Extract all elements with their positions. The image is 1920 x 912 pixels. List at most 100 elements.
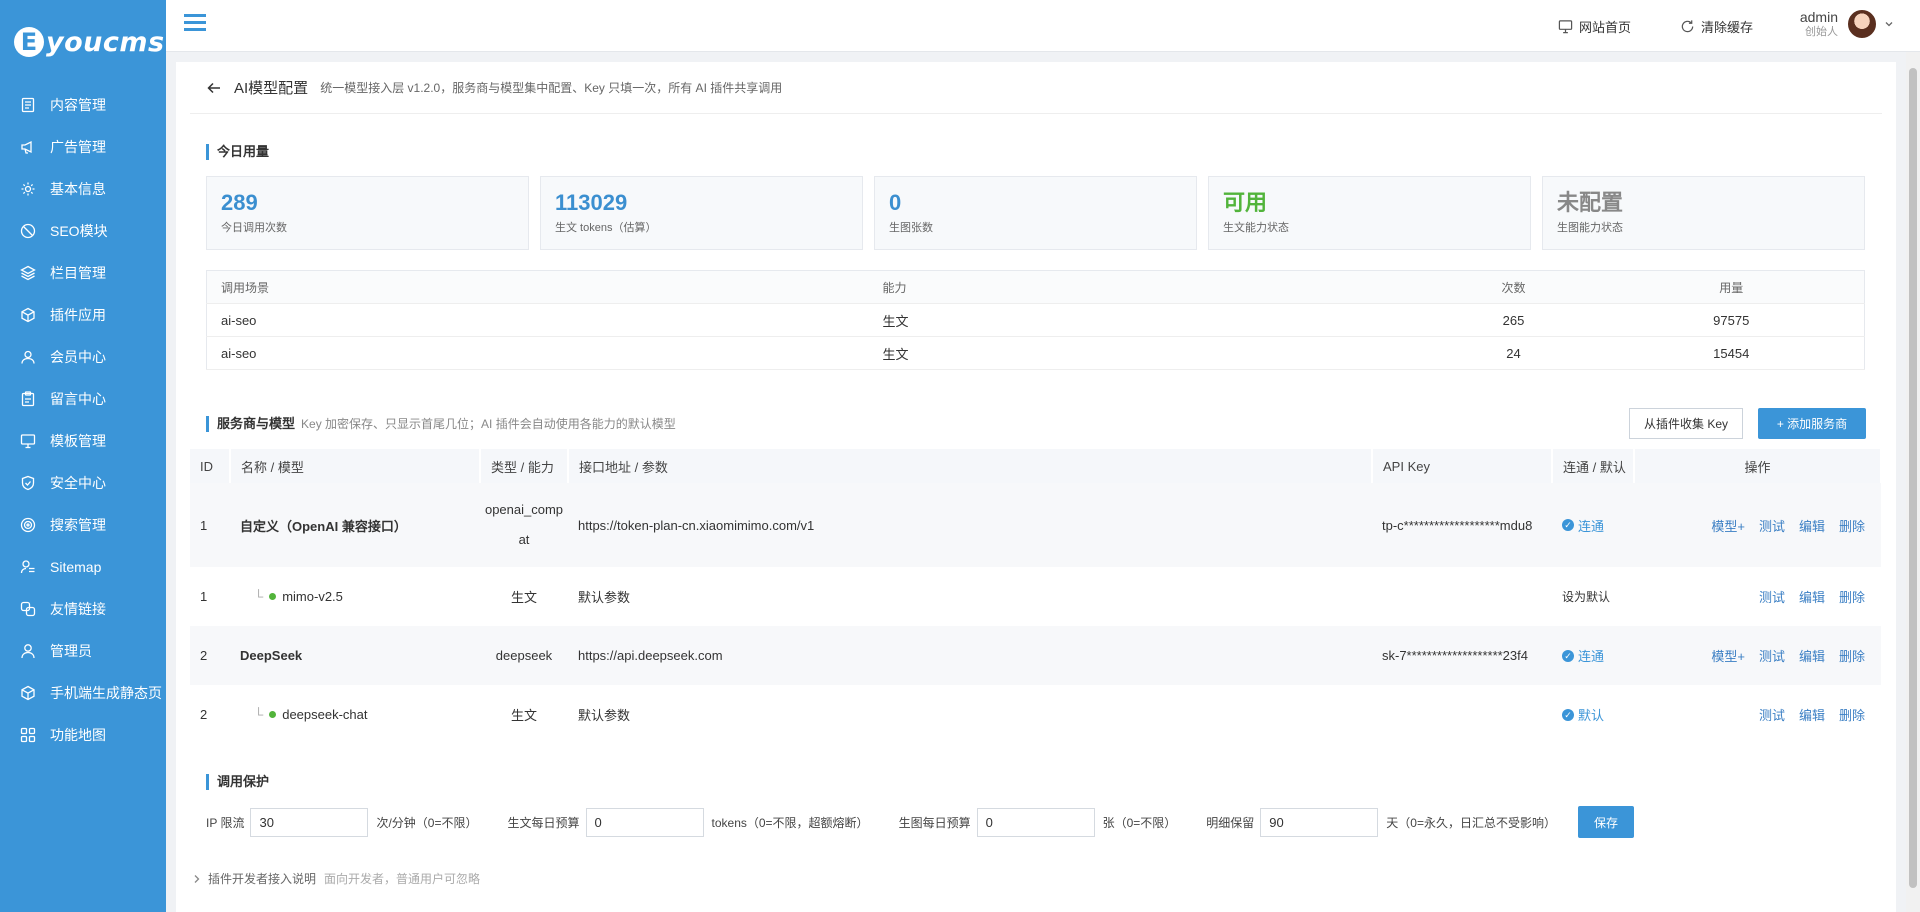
shield-icon	[21, 475, 35, 491]
sidebar-item-sitemap[interactable]: Sitemap	[0, 546, 166, 588]
save-button[interactable]: 保存	[1577, 806, 1634, 838]
cell-type: openai_comp at	[480, 483, 568, 567]
user-menu[interactable]: admin 创始人	[1800, 8, 1894, 40]
test-link[interactable]: 测试	[1759, 590, 1785, 605]
site-home-link[interactable]: 网站首页	[1558, 17, 1631, 36]
cell-scene: ai-seo	[206, 336, 869, 370]
detail-retention-input[interactable]	[1260, 807, 1379, 837]
sidebar-item-seo[interactable]: SEO模块	[0, 210, 166, 252]
add-model-link[interactable]: 模型+	[1711, 649, 1745, 664]
detail-retention-label: 明细保留	[1206, 815, 1255, 830]
ip-limit-label: IP 限流	[206, 815, 245, 830]
edit-link[interactable]: 编辑	[1799, 649, 1825, 664]
delete-link[interactable]: 删除	[1839, 649, 1865, 664]
sidebar-item-plugins[interactable]: 插件应用	[0, 294, 166, 336]
column-header: ID	[190, 449, 231, 483]
test-link[interactable]: 测试	[1759, 649, 1785, 664]
model-name: mimo-v2.5	[282, 589, 343, 604]
sidebar-item-feature-map[interactable]: 功能地图	[0, 714, 166, 756]
image-budget-unit: 张（0=不限）	[1102, 815, 1177, 830]
cell-name: └ mimo-v2.5	[230, 567, 480, 626]
sidebar-item-label: 留言中心	[50, 391, 106, 407]
cell-id: 1	[190, 483, 230, 567]
column-header: 接口地址 / 参数	[568, 449, 1373, 483]
sidebar-item-label: 手机端生成静态页	[50, 685, 162, 701]
column-header: API Key	[1372, 449, 1553, 483]
sidebar-item-admins[interactable]: 管理员	[0, 630, 166, 672]
sidebar-item-columns[interactable]: 栏目管理	[0, 252, 166, 294]
stat-label: 今日调用次数	[221, 222, 287, 234]
sidebar-item-search[interactable]: 搜索管理	[0, 504, 166, 546]
model-row: 2 └ deepseek-chat 生文 默认参数 ✓ 默认 测试 编辑 删除	[190, 685, 1881, 744]
edit-link[interactable]: 编辑	[1799, 708, 1825, 723]
set-default-link[interactable]: 设为默认	[1552, 567, 1634, 626]
status-connected: ✓ 连通	[1562, 646, 1604, 665]
column-header: 次数	[1428, 270, 1599, 304]
collect-keys-button[interactable]: 从插件收集 Key	[1629, 408, 1744, 439]
text-budget-input[interactable]	[585, 807, 704, 837]
sidebar-item-mobile-static[interactable]: 手机端生成静态页	[0, 672, 166, 714]
cell-count: 24	[1428, 336, 1599, 370]
delete-link[interactable]: 删除	[1839, 590, 1865, 605]
ip-limit-input[interactable]	[250, 807, 369, 837]
status-dot	[269, 593, 277, 600]
guard-form: IP 限流 次/分钟（0=不限） 生文每日预算 tokens（0=不限，超额熔断…	[206, 806, 1634, 838]
cell-type: deepseek	[480, 626, 568, 685]
stat-card: 0 生图张数	[874, 176, 1197, 250]
sidebar-item-links[interactable]: 友情链接	[0, 588, 166, 630]
add-model-link[interactable]: 模型+	[1711, 519, 1745, 534]
sidebar-item-ads[interactable]: 广告管理	[0, 126, 166, 168]
clear-cache-link[interactable]: 清除缓存	[1680, 17, 1753, 36]
sidebar-item-messages[interactable]: 留言中心	[0, 378, 166, 420]
site-home-label: 网站首页	[1579, 20, 1632, 35]
delete-link[interactable]: 删除	[1839, 519, 1865, 534]
sidebar-item-basic-info[interactable]: 基本信息	[0, 168, 166, 210]
developer-guide-toggle[interactable]: 插件开发者接入说明 面向开发者，普通用户可忽略	[190, 870, 480, 887]
tree-branch-icon: └	[254, 589, 264, 604]
seo-icon	[20, 223, 36, 239]
status-text: 连通	[1578, 518, 1605, 534]
providers-note: Key 加密保存、只显示首尾几位；AI 插件会自动使用各能力的默认模型	[301, 417, 676, 431]
column-header: 能力	[868, 270, 1429, 304]
test-link[interactable]: 测试	[1759, 519, 1785, 534]
type-line: at	[518, 532, 530, 547]
column-header: 连通 / 默认	[1552, 449, 1635, 483]
back-arrow-icon[interactable]	[206, 80, 222, 96]
sidebar-item-templates[interactable]: 模板管理	[0, 420, 166, 462]
sidebar-item-members[interactable]: 会员中心	[0, 336, 166, 378]
cell-ops: 测试 编辑 删除	[1634, 685, 1881, 744]
scrollbar-thumb[interactable]	[1909, 68, 1917, 888]
type-line: openai_comp	[484, 502, 564, 517]
user-text: admin 创始人	[1800, 9, 1838, 39]
check-icon: ✓	[1562, 519, 1574, 531]
sidebar: E youcms 内容管理 广告管理 基本信息 SEO模块 栏目管理 插件应用	[0, 0, 166, 912]
edit-link[interactable]: 编辑	[1799, 590, 1825, 605]
cell-status: ✓ 连通	[1552, 626, 1634, 685]
status-text: 默认	[1578, 708, 1605, 723]
delete-link[interactable]: 删除	[1839, 708, 1865, 723]
column-header: 类型 / 能力	[480, 449, 569, 483]
sidebar-item-security[interactable]: 安全中心	[0, 462, 166, 504]
add-provider-button[interactable]: + 添加服务商	[1758, 408, 1866, 439]
column-header: 调用场景	[206, 270, 869, 304]
test-link[interactable]: 测试	[1759, 708, 1785, 723]
menu-toggle-icon[interactable]	[184, 14, 206, 36]
cell-endpoint: 默认参数	[568, 685, 1372, 744]
image-budget-input[interactable]	[976, 807, 1095, 837]
sidebar-item-content[interactable]: 内容管理	[0, 84, 166, 126]
sidebar-item-label: 功能地图	[50, 727, 106, 743]
model-row: 1 └ mimo-v2.5 生文 默认参数 设为默认 测试 编辑 删除	[190, 567, 1881, 626]
refresh-icon	[1681, 20, 1694, 33]
page-subtitle: 统一模型接入层 v1.2.0，服务商与模型集中配置、Key 只填一次，所有 AI…	[320, 81, 783, 95]
stat-label: 生图张数	[889, 222, 933, 234]
cell-status: ✓ 默认	[1552, 685, 1634, 744]
providers-title-text: 服务商与模型	[217, 416, 296, 431]
page-scrollbar[interactable]	[1906, 52, 1920, 912]
tree-branch-icon: └	[254, 707, 264, 722]
sitemap-icon	[20, 560, 35, 574]
cell-scene: ai-seo	[206, 303, 869, 337]
megaphone-icon	[21, 140, 32, 154]
edit-link[interactable]: 编辑	[1799, 519, 1825, 534]
stat-label: 生文能力状态	[1223, 222, 1289, 234]
logo[interactable]: E youcms	[0, 0, 166, 84]
